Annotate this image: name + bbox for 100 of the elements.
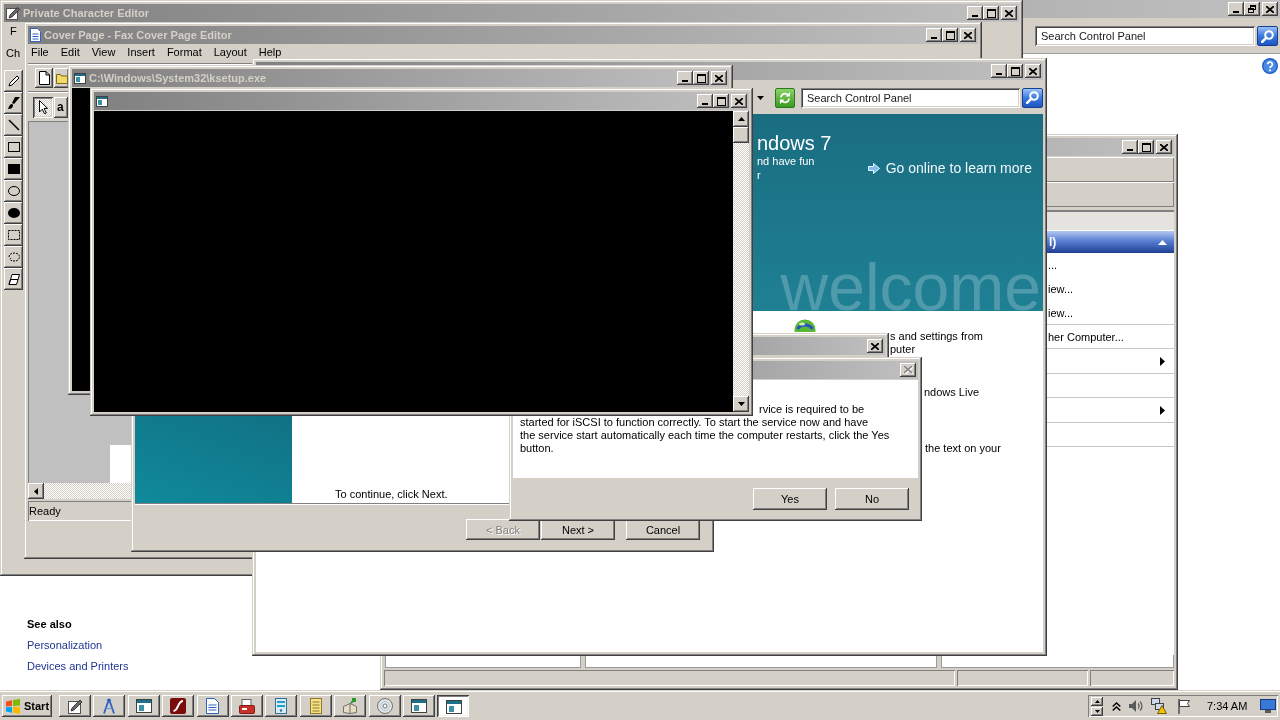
menu-item[interactable]: Edit — [54, 45, 86, 58]
learn-more-link[interactable]: Go online to learn more — [867, 159, 1032, 177]
disc-icon — [376, 698, 393, 714]
double-chevron-up-icon[interactable] — [1112, 701, 1121, 711]
pane-link[interactable]: iew... — [1046, 277, 1074, 301]
taskbar-button[interactable] — [127, 695, 160, 717]
tool-button[interactable] — [4, 136, 23, 158]
menu-item[interactable]: View — [85, 45, 122, 58]
filled-rectangle-icon — [7, 164, 20, 174]
help-icon[interactable] — [1262, 58, 1278, 74]
menu-item[interactable]: Insert — [121, 45, 161, 58]
search-button[interactable] — [1022, 87, 1043, 108]
menu-item[interactable]: File — [25, 45, 55, 58]
taskbar-button[interactable] — [299, 695, 332, 717]
tool-button[interactable] — [4, 70, 23, 92]
flag-icon[interactable] — [1178, 698, 1191, 714]
speaker-icon[interactable] — [1129, 700, 1143, 712]
minimize-button[interactable] — [967, 6, 983, 20]
tool-button[interactable] — [4, 92, 23, 114]
minimize-button[interactable] — [697, 94, 713, 108]
minimize-button[interactable] — [926, 28, 942, 42]
minimize-button[interactable] — [991, 64, 1007, 78]
show-desktop-button[interactable] — [1260, 699, 1276, 713]
close-icon — [1266, 5, 1274, 13]
taskbar-button[interactable] — [402, 695, 435, 717]
menu-item[interactable]: Layout — [207, 45, 253, 58]
taskbar-button[interactable] — [437, 695, 470, 717]
close-button[interactable] — [1025, 64, 1041, 78]
tool-button[interactable] — [4, 224, 23, 246]
refresh-icon — [779, 91, 791, 104]
taskbar-button[interactable] — [59, 695, 91, 717]
tool-button[interactable] — [4, 268, 23, 290]
menu-item[interactable]: Format — [160, 45, 208, 58]
close-button[interactable] — [1262, 2, 1278, 16]
triangle-left-icon — [34, 487, 38, 495]
taskbar-button[interactable] — [334, 695, 367, 717]
taskbar-button[interactable] — [265, 695, 298, 717]
maximize-icon — [1141, 142, 1151, 152]
restore-icon — [1248, 5, 1256, 13]
dialog-button[interactable]: Yes — [753, 488, 827, 510]
taskbar-button[interactable] — [93, 695, 126, 717]
caret-right-icon — [1160, 406, 1165, 415]
minimize-icon — [996, 73, 1002, 75]
minimize-button[interactable] — [677, 71, 693, 85]
text-tool-button[interactable]: a — [54, 96, 68, 118]
start-button[interactable]: Start — [2, 695, 52, 717]
new-button[interactable] — [35, 68, 53, 88]
dialog-button[interactable]: No — [835, 488, 909, 510]
scroll-down-button[interactable] — [733, 396, 749, 412]
maximize-button[interactable] — [983, 6, 999, 20]
triangle-up-icon[interactable] — [1158, 239, 1167, 245]
maximize-button[interactable] — [1138, 140, 1154, 154]
close-button[interactable] — [960, 28, 976, 42]
search-field[interactable]: Search Control Panel — [801, 87, 1020, 108]
scroll-up-button[interactable] — [1091, 696, 1103, 706]
minimize-button[interactable] — [1122, 140, 1138, 154]
settings-link[interactable]: Devices and Printers — [27, 656, 129, 677]
scroll-up-button[interactable] — [733, 111, 749, 127]
cursor-arrow-icon — [38, 100, 48, 114]
swoosh-tile-icon — [170, 698, 187, 714]
tool-button[interactable] — [4, 158, 23, 180]
triangle-down-icon — [737, 402, 745, 406]
settings-link[interactable]: Personalization — [27, 635, 103, 656]
pane-link[interactable]: her Computer... — [1046, 325, 1124, 349]
restore-button[interactable] — [1244, 2, 1260, 16]
scroll-down-button[interactable] — [1091, 706, 1103, 716]
notepad-icon — [309, 698, 322, 714]
taskbar-button[interactable] — [196, 695, 229, 717]
search-button[interactable] — [1257, 26, 1278, 46]
search-field[interactable]: Search Control Panel — [1035, 26, 1255, 46]
tool-button[interactable] — [4, 202, 23, 224]
tool-button[interactable] — [4, 114, 23, 136]
wizard-button[interactable]: Next > — [541, 519, 615, 540]
tool-button[interactable] — [4, 180, 23, 202]
close-button[interactable] — [1001, 6, 1017, 20]
scroll-left-button[interactable] — [28, 483, 44, 499]
maximize-icon — [945, 30, 955, 40]
menu-item[interactable]: Help — [252, 45, 288, 58]
close-button[interactable] — [1156, 140, 1172, 154]
select-tool-button[interactable] — [33, 96, 53, 118]
taskbar-button[interactable] — [162, 695, 195, 717]
maximize-button[interactable] — [1007, 64, 1023, 78]
menu-item[interactable]: F — [4, 23, 23, 37]
folder-icon — [55, 72, 68, 84]
taskbar-button[interactable] — [368, 695, 401, 717]
close-button[interactable] — [731, 94, 747, 108]
taskbar-button[interactable] — [230, 695, 263, 717]
refresh-button[interactable] — [775, 87, 795, 108]
tool-button[interactable] — [4, 246, 23, 268]
pane-link[interactable]: iew... — [1046, 301, 1074, 325]
maximize-button[interactable] — [713, 94, 729, 108]
minimize-button[interactable] — [1228, 2, 1244, 16]
maximize-button[interactable] — [942, 28, 958, 42]
network-warning-icon[interactable] — [1151, 698, 1167, 714]
maximize-button[interactable] — [693, 71, 709, 85]
close-button[interactable] — [867, 339, 883, 353]
scrollbar-thumb[interactable] — [733, 127, 749, 143]
wizard-button[interactable]: Cancel — [626, 519, 700, 540]
pane-link[interactable]: ... — [1046, 253, 1058, 277]
close-button[interactable] — [711, 71, 727, 85]
